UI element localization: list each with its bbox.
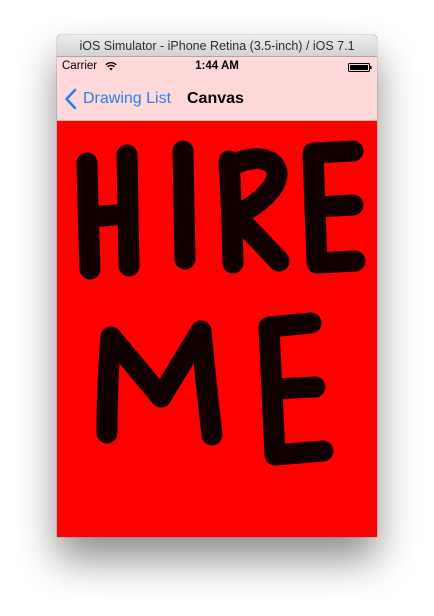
window-title: iOS Simulator - iPhone Retina (3.5-inch)… xyxy=(57,35,377,57)
drawing-canvas[interactable] xyxy=(57,121,377,537)
navigation-bar: Drawing List Canvas xyxy=(57,77,377,121)
nav-title: Canvas xyxy=(187,90,244,107)
battery-icon xyxy=(348,63,372,72)
back-button-label: Drawing List xyxy=(83,90,172,107)
chevron-left-icon xyxy=(65,88,77,110)
status-time: 1:44 AM xyxy=(195,60,239,72)
device-screen: Carrier 1:44 AM Drawing List Canvas xyxy=(57,57,377,537)
status-bar: Carrier 1:44 AM xyxy=(57,57,377,77)
simulator-window: iOS Simulator - iPhone Retina (3.5-inch)… xyxy=(57,35,377,537)
back-button[interactable]: Drawing List xyxy=(64,87,171,111)
